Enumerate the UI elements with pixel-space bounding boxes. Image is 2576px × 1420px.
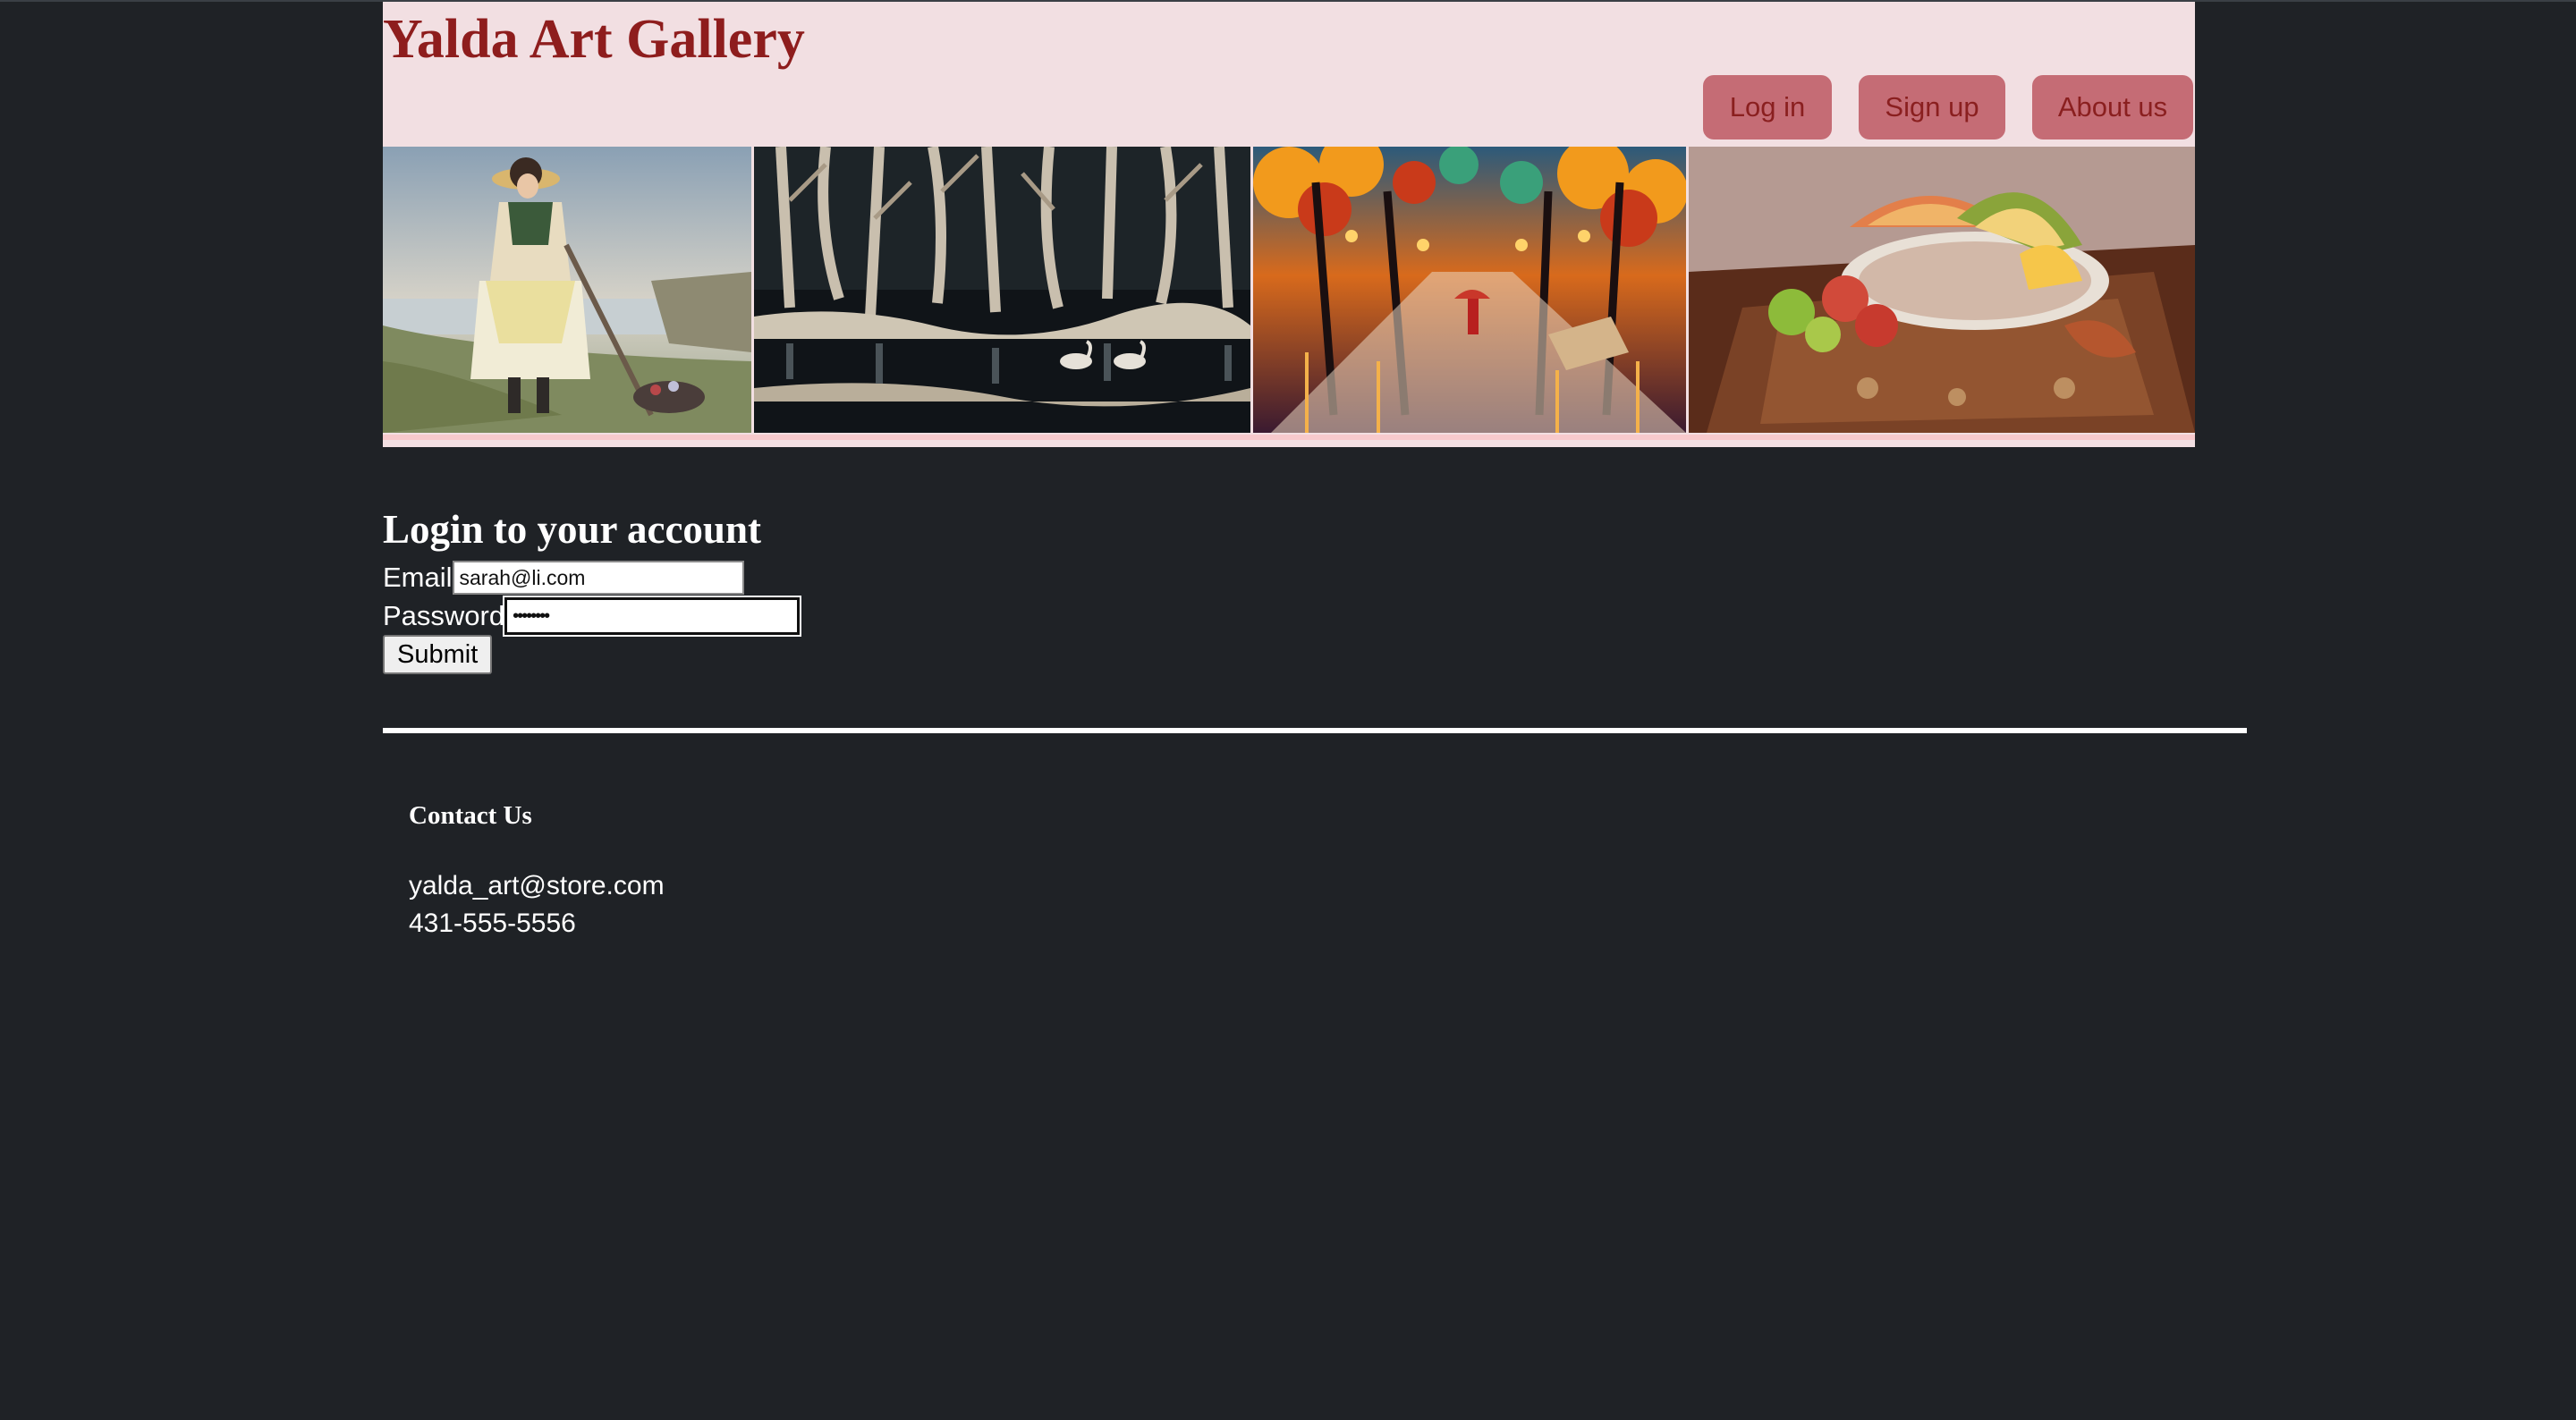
- contact-section: Contact Us yalda_art@store.com 431-555-5…: [409, 798, 665, 942]
- painting-autumn-park: [1253, 147, 1689, 433]
- email-label: Email: [383, 562, 453, 593]
- painting-banner: [383, 147, 2195, 435]
- site-title: Yalda Art Gallery: [383, 9, 805, 70]
- site-header: Yalda Art Gallery Log in Sign up About u…: [383, 2, 2195, 447]
- email-field[interactable]: [452, 561, 744, 595]
- email-row: Email: [383, 561, 744, 595]
- submit-button[interactable]: Submit: [383, 635, 493, 674]
- login-heading: Login to your account: [383, 507, 761, 552]
- contact-email: yalda_art@store.com: [409, 871, 665, 900]
- password-field[interactable]: [504, 597, 801, 635]
- password-row: Password: [383, 597, 801, 635]
- login-section: Login to your account Email Password Sub…: [383, 501, 801, 674]
- painting-melon-still-life: [1689, 147, 2195, 433]
- password-label: Password: [383, 600, 505, 631]
- painting-birch-forest: [754, 147, 1253, 433]
- login-nav-button[interactable]: Log in: [1703, 75, 1832, 139]
- signup-nav-button[interactable]: Sign up: [1859, 75, 2005, 139]
- contact-heading: Contact Us: [409, 801, 532, 830]
- banner-bottom-strip: [383, 435, 2195, 440]
- about-us-nav-button[interactable]: About us: [2032, 75, 2193, 139]
- painting-woman-by-sea: [383, 147, 754, 433]
- footer-divider: [383, 728, 2247, 733]
- contact-phone: 431-555-5556: [409, 909, 576, 938]
